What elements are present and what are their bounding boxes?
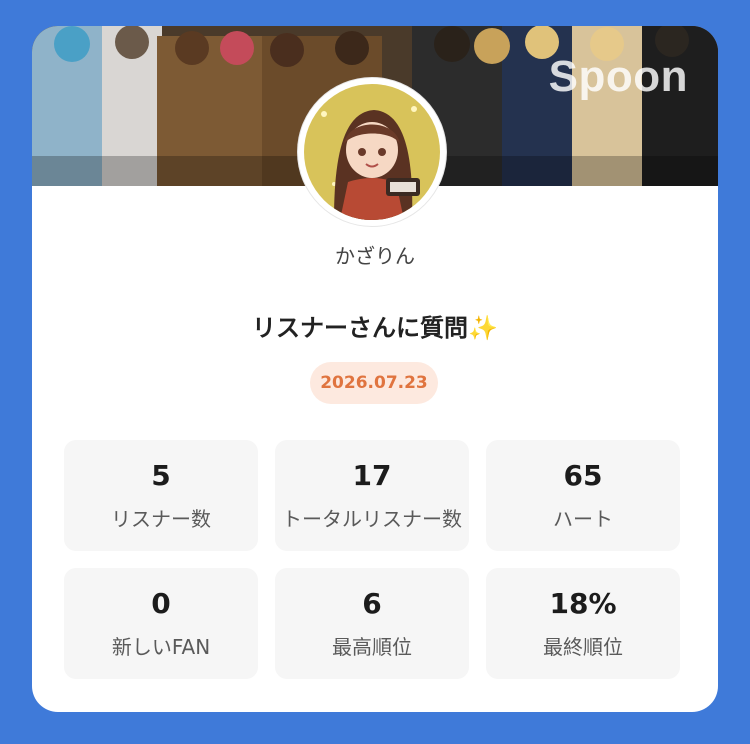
stat-label: 最高順位: [332, 635, 412, 659]
avatar[interactable]: [298, 78, 446, 226]
stat-label: ハート: [553, 507, 613, 531]
stats-card: Spoon かざりん リスナーさんに質問✨ 2026.07.23 5 リスナー数…: [32, 26, 718, 712]
stat-label: リスナー数: [111, 507, 211, 531]
avatar-image: [304, 84, 440, 220]
post-title: リスナーさんに質問✨: [252, 314, 498, 342]
stat-label: 新しいFAN: [111, 635, 211, 659]
stat-value: 65: [563, 459, 603, 492]
stat-highest-rank: 6 最高順位: [275, 568, 469, 679]
username: かざりん: [335, 244, 415, 268]
stat-new-fans: 0 新しいFAN: [64, 568, 258, 679]
stat-final-rank: 18% 最終順位: [486, 568, 680, 679]
stat-value: 17: [352, 459, 392, 492]
date-badge: 2026.07.23: [310, 362, 438, 404]
brand-logo: Spoon: [548, 52, 688, 101]
stat-value: 18%: [549, 587, 617, 620]
stat-value: 5: [151, 459, 171, 492]
stat-listeners: 5 リスナー数: [64, 440, 258, 551]
stat-total-listeners: 17 トータルリスナー数: [275, 440, 469, 551]
stats-grid: 5 リスナー数 17 トータルリスナー数 65 ハート 0 新しいFAN 6 最…: [64, 440, 680, 679]
stat-label: トータルリスナー数: [282, 507, 462, 531]
stat-value: 0: [151, 587, 171, 620]
stat-value: 6: [362, 587, 382, 620]
stat-label: 最終順位: [543, 635, 623, 659]
stat-hearts: 65 ハート: [486, 440, 680, 551]
